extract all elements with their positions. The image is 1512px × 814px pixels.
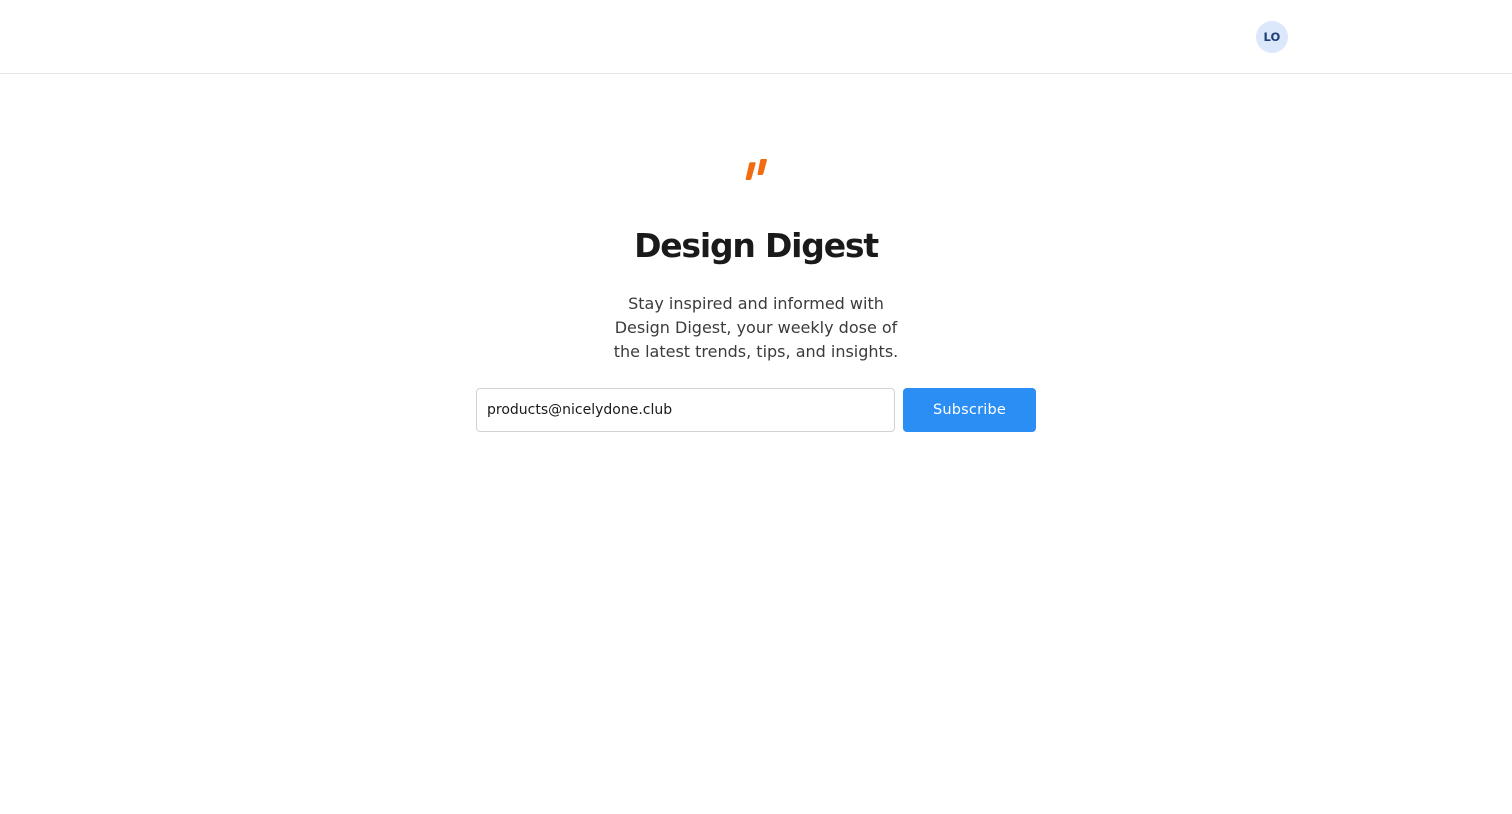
double-slash-logo-icon [745, 159, 767, 180]
avatar-initials: LO [1263, 30, 1281, 44]
page-title: Design Digest [634, 226, 879, 265]
page-description: Stay inspired and informed with Design D… [613, 294, 899, 361]
user-avatar[interactable]: LO [1256, 21, 1288, 53]
subscribe-button[interactable]: Subscribe [903, 388, 1036, 432]
email-input[interactable] [476, 388, 895, 432]
top-bar: LO [0, 0, 1512, 74]
